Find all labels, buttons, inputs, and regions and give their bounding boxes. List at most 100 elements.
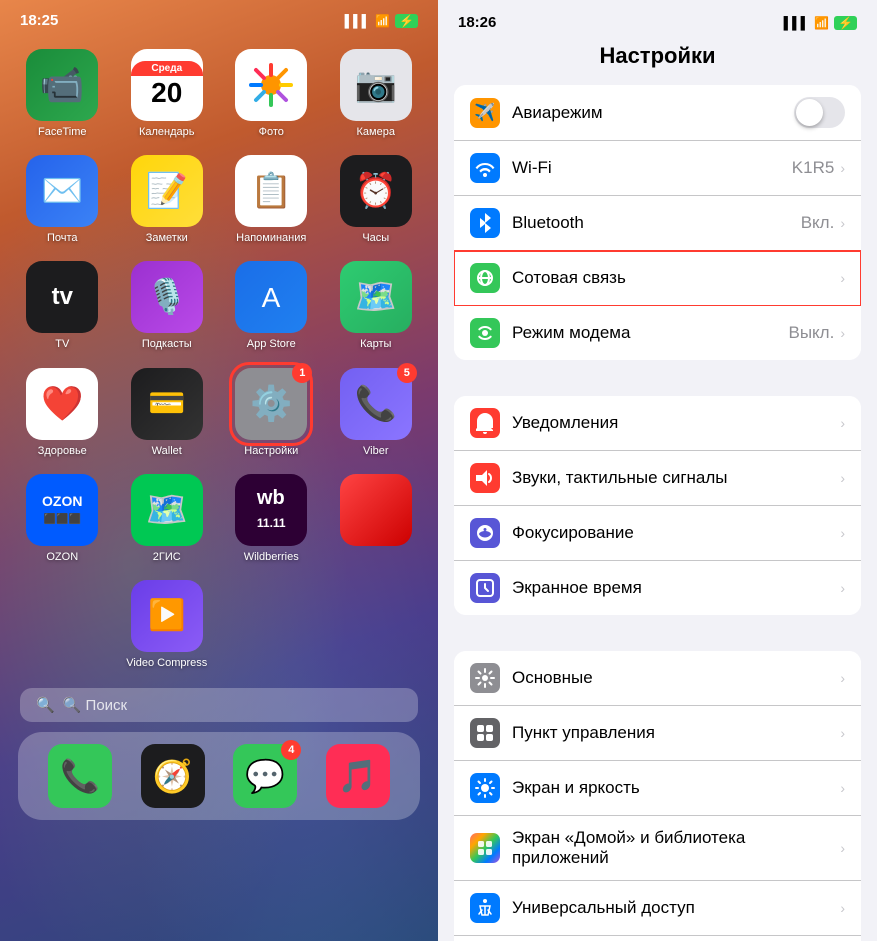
- settings-row-display[interactable]: Экран и яркость ›: [454, 761, 861, 816]
- dock-safari[interactable]: 🧭: [141, 744, 205, 808]
- tv-label: TV: [55, 338, 69, 351]
- app-appstore[interactable]: A App Store: [227, 261, 316, 351]
- display-chevron: ›: [840, 780, 845, 796]
- dock: 📞 🧭 💬 4 🎵: [18, 732, 420, 820]
- general-icon: [470, 663, 500, 693]
- controlcenter-label: Пункт управления: [512, 723, 840, 743]
- settings-row-screentime[interactable]: Экранное время ›: [454, 561, 861, 615]
- settings-group-connectivity: ✈️ Авиарежим Wi-Fi K1R5 ›: [454, 85, 861, 360]
- cellular-chevron: ›: [840, 270, 845, 286]
- dock-messages[interactable]: 💬 4: [233, 744, 297, 808]
- wifi-label: Wi-Fi: [512, 158, 792, 178]
- bluetooth-label: Bluetooth: [512, 213, 801, 233]
- dock-phone[interactable]: 📞: [48, 744, 112, 808]
- podcasts-label: Подкасты: [142, 338, 192, 351]
- settings-row-accessibility[interactable]: Универсальный доступ ›: [454, 881, 861, 936]
- airplane-icon: ✈️: [470, 98, 500, 128]
- settings-row-bluetooth[interactable]: Bluetooth Вкл. ›: [454, 196, 861, 251]
- settings-row-wallpaper[interactable]: Обои ›: [454, 936, 861, 941]
- app-videocompress[interactable]: ▶️ Video Compress: [123, 580, 212, 670]
- camera-label: Камера: [357, 126, 395, 139]
- app-camera[interactable]: 📷 Камера: [332, 49, 421, 139]
- 2gis-label: 2ГИС: [153, 551, 181, 564]
- time-right: 18:26: [458, 14, 496, 31]
- display-icon: [470, 773, 500, 803]
- screentime-icon: [470, 573, 500, 603]
- camera-icon: 📷: [340, 49, 412, 121]
- facetime-label: FaceTime: [38, 126, 87, 139]
- settings-section-notifications: Уведомления › Звуки, тактильные сигналы …: [438, 396, 877, 615]
- maps-icon: 🗺️: [340, 261, 412, 333]
- app-photos[interactable]: Фото: [227, 49, 316, 139]
- app-wildberries[interactable]: wb11.11 Wildberries: [227, 474, 316, 564]
- app-settings[interactable]: ⚙️ 1 Настройки: [227, 368, 316, 458]
- notes-label: Заметки: [146, 232, 188, 245]
- app-empty2: [227, 580, 316, 670]
- homescreen-label: Экран «Домой» и библиотека приложений: [512, 828, 840, 868]
- app-maps[interactable]: 🗺️ Карты: [332, 261, 421, 351]
- reminders-icon: 📋: [235, 155, 307, 227]
- sounds-label: Звуки, тактильные сигналы: [512, 468, 840, 488]
- home-screen: 18:25 ▌▌▌ 📶 ⚡ 📹 FaceTime Среда 20 Календ…: [0, 0, 438, 941]
- focus-label: Фокусирование: [512, 523, 840, 543]
- dock-music[interactable]: 🎵: [326, 744, 390, 808]
- settings-row-focus[interactable]: Фокусирование ›: [454, 506, 861, 561]
- status-icons-left: ▌▌▌ 📶 ⚡: [345, 14, 418, 28]
- accessibility-label: Универсальный доступ: [512, 898, 840, 918]
- accessibility-icon: [470, 893, 500, 923]
- hotspot-chevron: ›: [840, 325, 845, 341]
- wildberries-icon: wb11.11: [235, 474, 307, 546]
- app-mail[interactable]: ✉️ Почта: [18, 155, 107, 245]
- settings-row-controlcenter[interactable]: Пункт управления ›: [454, 706, 861, 761]
- app-empty3: [332, 580, 421, 670]
- app-red[interactable]: [332, 474, 421, 564]
- cellular-icon: [470, 263, 500, 293]
- settings-section-connectivity: ✈️ Авиарежим Wi-Fi K1R5 ›: [438, 85, 877, 360]
- app-podcasts[interactable]: 🎙️ Подкасты: [123, 261, 212, 351]
- screentime-label: Экранное время: [512, 578, 840, 598]
- reminders-label: Напоминания: [236, 232, 306, 245]
- messages-icon: 💬: [245, 757, 285, 795]
- app-tv[interactable]: tv TV: [18, 261, 107, 351]
- app-2gis[interactable]: 🗺️ 2ГИС: [123, 474, 212, 564]
- app-wallet[interactable]: 💳 Wallet: [123, 368, 212, 458]
- signal-icon-right: ▌▌▌: [784, 16, 810, 30]
- wallet-icon: 💳: [131, 368, 203, 440]
- settings-row-sounds[interactable]: Звуки, тактильные сигналы ›: [454, 451, 861, 506]
- accessibility-chevron: ›: [840, 900, 845, 916]
- settings-row-wifi[interactable]: Wi-Fi K1R5 ›: [454, 141, 861, 196]
- appstore-icon: A: [235, 261, 307, 333]
- app-clock[interactable]: ⏰ Часы: [332, 155, 421, 245]
- settings-section-system: Основные › Пункт управления ›: [438, 651, 877, 941]
- app-health[interactable]: ❤️ Здоровье: [18, 368, 107, 458]
- app-ozon[interactable]: OZON⬛⬛⬛ OZON: [18, 474, 107, 564]
- settings-group-notifications: Уведомления › Звуки, тактильные сигналы …: [454, 396, 861, 615]
- status-bar-left: 18:25 ▌▌▌ 📶 ⚡: [0, 0, 438, 29]
- app-calendar[interactable]: Среда 20 Календарь: [123, 49, 212, 139]
- app-viber[interactable]: 📞 5 Viber: [332, 368, 421, 458]
- health-icon: ❤️: [26, 368, 98, 440]
- settings-row-homescreen[interactable]: Экран «Домой» и библиотека приложений ›: [454, 816, 861, 881]
- app-reminders[interactable]: 📋 Напоминания: [227, 155, 316, 245]
- app-notes[interactable]: 📝 Заметки: [123, 155, 212, 245]
- focus-chevron: ›: [840, 525, 845, 541]
- settings-row-general[interactable]: Основные ›: [454, 651, 861, 706]
- facetime-icon: 📹: [26, 49, 98, 121]
- settings-title: Настройки: [438, 39, 877, 85]
- homescreen-icon: [470, 833, 500, 863]
- airplane-toggle[interactable]: [794, 97, 845, 128]
- wifi-chevron: ›: [840, 160, 845, 176]
- ozon-label: OZON: [46, 551, 78, 564]
- settings-row-cellular[interactable]: Сотовая связь ›: [454, 251, 861, 306]
- settings-row-notifications[interactable]: Уведомления ›: [454, 396, 861, 451]
- search-bar[interactable]: 🔍 🔍 Поиск: [20, 688, 418, 722]
- wifi-value: K1R5: [792, 158, 835, 178]
- viber-badge: 5: [397, 363, 417, 383]
- settings-row-airplane[interactable]: ✈️ Авиарежим: [454, 85, 861, 141]
- app-facetime[interactable]: 📹 FaceTime: [18, 49, 107, 139]
- phone-icon: 📞: [60, 757, 100, 795]
- display-label: Экран и яркость: [512, 778, 840, 798]
- wildberries-label: Wildberries: [244, 551, 299, 564]
- mail-label: Почта: [47, 232, 78, 245]
- settings-row-hotspot[interactable]: Режим модема Выкл. ›: [454, 306, 861, 360]
